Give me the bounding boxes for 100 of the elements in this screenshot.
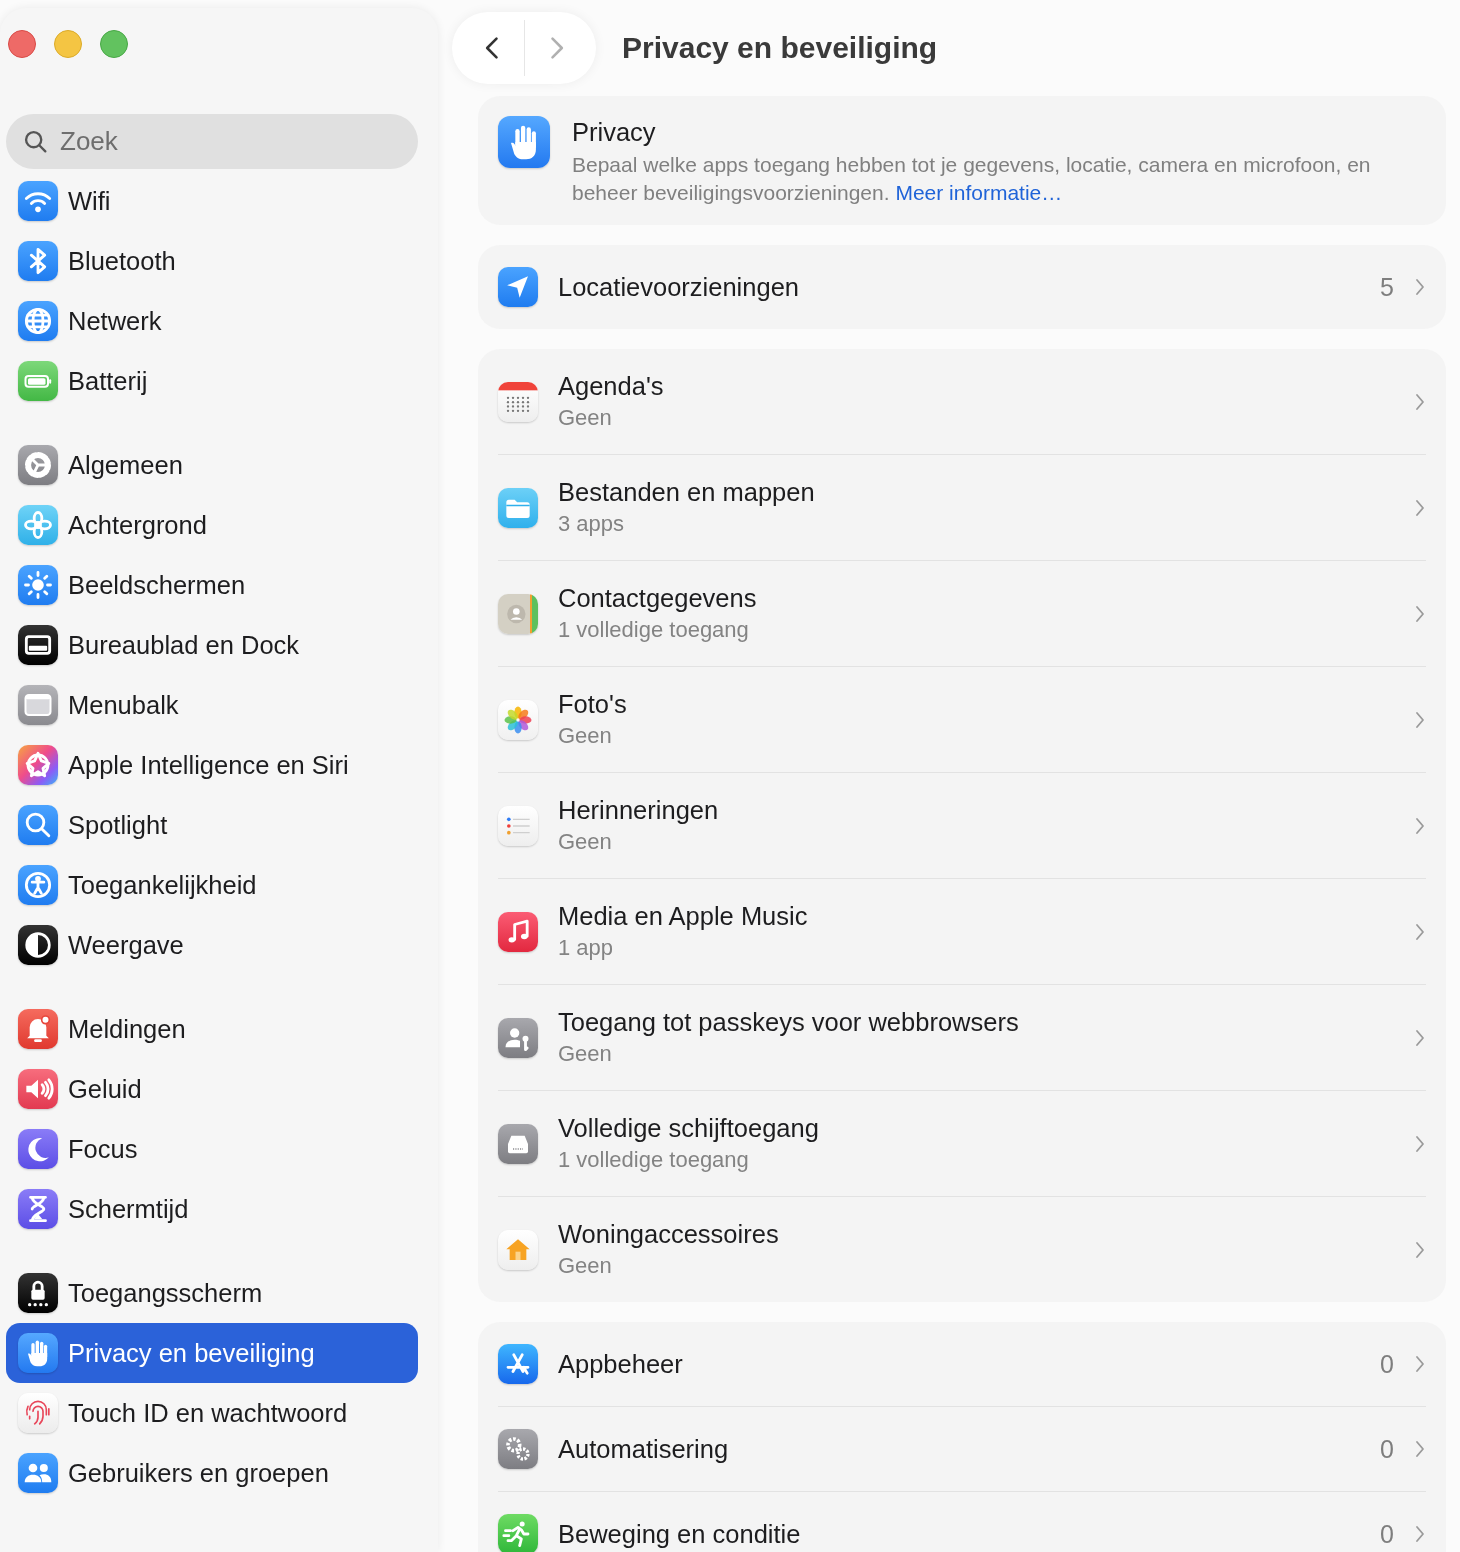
sidebar-item[interactable]: Weergave [6,915,418,975]
chevron-icon[interactable] [1414,1354,1426,1374]
sidebar-item[interactable]: Wifi [6,171,418,231]
sidebar-item[interactable]: Apple Intelligence en Siri [6,735,418,795]
row-status: 1 app [558,935,615,961]
page-title: Privacy en beveiliging [622,31,938,65]
chevron-icon[interactable] [1414,1133,1426,1154]
chevron-icon[interactable] [1414,709,1426,730]
chevron-icon[interactable] [1414,1027,1426,1048]
person-key-icon [498,1017,538,1058]
more-info-link[interactable]: Meer informatie… [895,181,1063,204]
sidebar-item[interactable]: Beeldschermen [6,555,418,615]
appearance-icon [18,925,58,965]
row-label[interactable]: Locatievoorzieningen [558,272,1361,302]
sidebar-item[interactable]: Algemeen [6,435,418,495]
app-store-icon [498,1344,538,1384]
row-label[interactable]: Woningaccessoires [558,1220,1394,1249]
hand-icon [18,1333,58,1373]
chevron-icon[interactable] [1414,391,1426,412]
row-label[interactable]: Herinneringen [558,796,1394,825]
hourglass-icon [18,1189,58,1229]
battery-icon [18,361,58,401]
chevron-icon[interactable] [1414,1439,1426,1459]
contact-card-icon [498,593,538,634]
row-label[interactable]: Appbeheer [558,1349,1361,1379]
calendar-icon [498,381,538,422]
search-field[interactable]: Zoek [6,114,418,169]
wifi-icon [18,181,58,221]
row-status: 1 volledige toegang [558,617,750,643]
chevron-icon[interactable] [1414,277,1426,297]
chevron-icon[interactable] [1414,815,1426,836]
flower-icon [18,505,58,545]
globe-icon [18,301,58,341]
row-status: Geen [558,829,613,855]
row-count: 5 [1380,272,1394,302]
drive-icon [498,1123,538,1164]
sidebar-item[interactable]: Menubalk [6,675,418,735]
sidebar-item[interactable]: Focus [6,1119,418,1179]
row-label[interactable]: Volledige schijftoegang [558,1114,1394,1143]
bell-icon [18,1009,58,1049]
minimize-button[interactable] [54,30,82,58]
zoom-button[interactable] [100,30,128,58]
chevron-icon[interactable] [1414,603,1426,624]
row-status: 1 volledige toegang [558,1147,750,1173]
row-count: 0 [1380,1349,1394,1379]
sidebar-item[interactable]: Toegankelijkheid [6,855,418,915]
sidebar-item[interactable]: Achtergrond [6,495,418,555]
chevron-icon[interactable] [1414,497,1426,518]
row-label[interactable]: Media en Apple Music [558,902,1394,931]
sidebar-item[interactable]: Meldingen [6,999,418,1059]
lock-icon [18,1273,58,1313]
house-icon [498,1229,538,1270]
sidebar-item[interactable]: Bureaublad en Dock [6,615,418,675]
folder-icon [498,487,538,528]
people-icon [18,1453,58,1493]
row-label[interactable]: Beweging en conditie [558,1519,1361,1549]
row-count: 0 [1380,1519,1394,1549]
sun-icon [18,565,58,605]
chevron-icon[interactable] [1414,1524,1426,1544]
hand-icon [498,116,550,168]
row-label[interactable]: Contactgegevens [558,584,1394,613]
sidebar-item[interactable]: Schermtijd [6,1179,418,1239]
row-status: Geen [558,405,613,431]
sidebar-item[interactable]: Bluetooth [6,231,418,291]
intro-description: Bepaal welke apps toegang hebben tot je gegevens, locatie, camera en microfoon, en beheer beveiligingsvoorzieningen. Meer informatie… [572,152,1372,206]
sidebar-item[interactable]: Touch ID en wachtwoord [6,1383,418,1443]
speaker-icon [18,1069,58,1109]
music-note-icon [498,911,538,952]
accessibility-icon [18,865,58,905]
sidebar-item[interactable]: Privacy en beveiliging [6,1323,418,1383]
sidebar-item[interactable]: Geluid [6,1059,418,1119]
bluetooth-icon [18,241,58,281]
row-status: Geen [558,1253,613,1279]
fingerprint-icon [18,1393,58,1433]
search-icon [18,805,58,845]
row-label[interactable]: Agenda's [558,372,1394,401]
row-label[interactable]: Toegang tot passkeys voor webbrowsers [558,1008,1394,1037]
list-icon [498,805,538,846]
gear-icon [18,445,58,485]
dock-icon [18,625,58,665]
sidebar-item[interactable]: Gebruikers en groepen [6,1443,418,1503]
chevron-icon[interactable] [1414,921,1426,942]
moon-icon [18,1129,58,1169]
sidebar-item[interactable]: Toegangsscherm [6,1263,418,1323]
sidebar-item[interactable]: Netwerk [6,291,418,351]
row-status: Geen [558,723,613,749]
row-label[interactable]: Bestanden en mappen [558,478,1394,507]
intro-title: Privacy [572,118,657,147]
gears-icon [498,1429,538,1469]
row-status: 3 apps [558,511,626,537]
sidebar-item[interactable]: Batterij [6,351,418,411]
row-status: Geen [558,1041,613,1067]
sidebar-item[interactable]: Spotlight [6,795,418,855]
window-icon [18,685,58,725]
row-label[interactable]: Automatisering [558,1434,1361,1464]
row-label[interactable]: Foto's [558,690,1394,719]
close-button[interactable] [8,30,36,58]
flower-icon [498,699,538,740]
row-count: 0 [1380,1434,1394,1464]
chevron-icon[interactable] [1414,1239,1426,1260]
